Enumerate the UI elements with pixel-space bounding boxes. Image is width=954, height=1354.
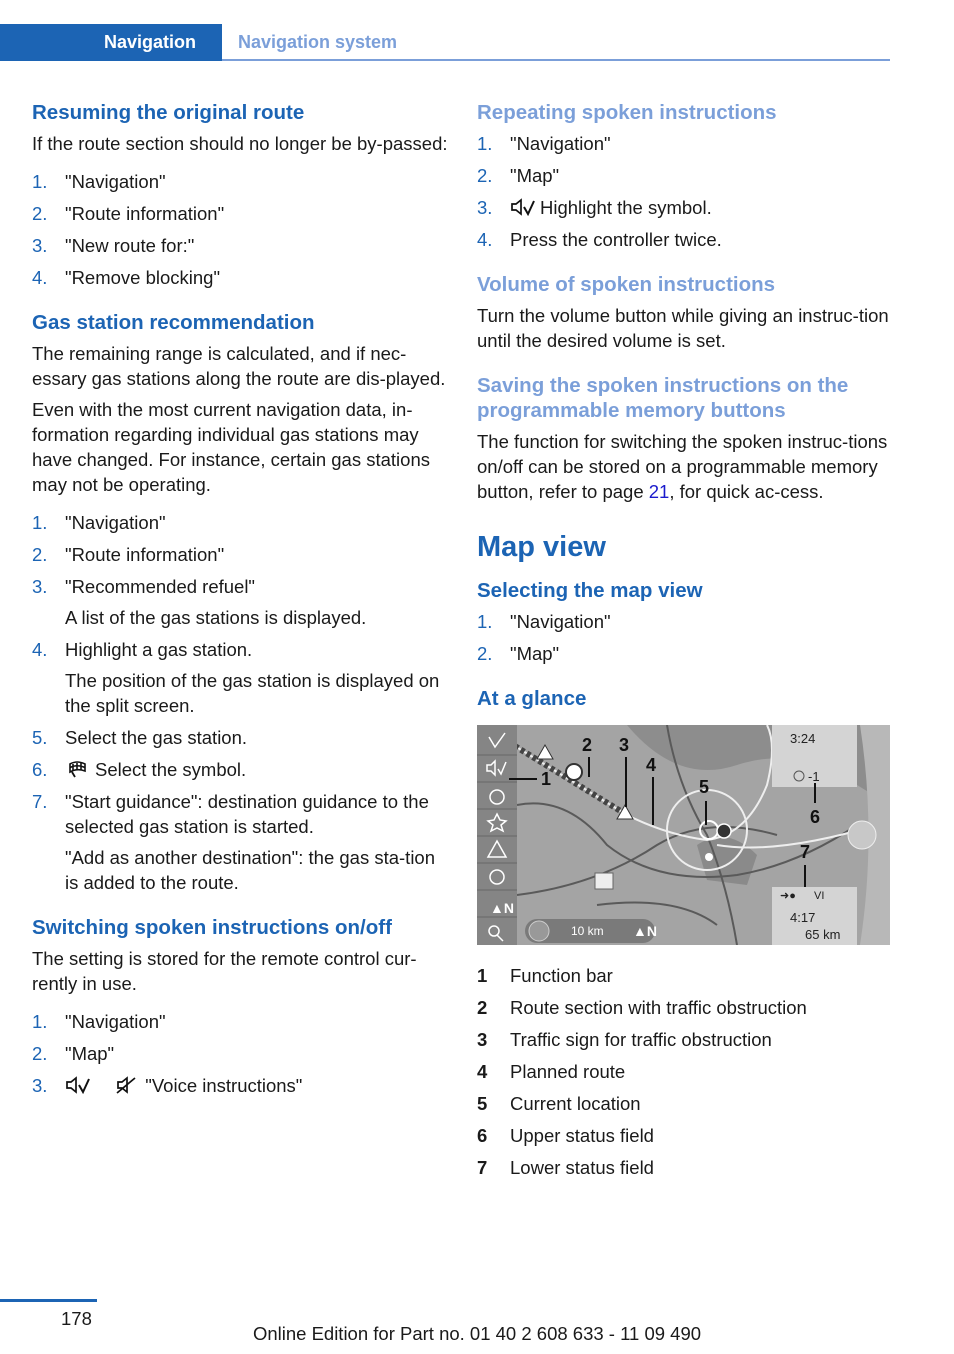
gas-steps: 1. "Navigation" 2. "Route information" 3. "… [32, 510, 452, 895]
section-tab-label: Navigation [104, 32, 197, 52]
callout-5: 5 [699, 777, 709, 797]
svg-text:➜●: ➜● [780, 890, 796, 902]
volume-text: Turn the volume button while giving an i… [477, 305, 889, 351]
north-label: ▲N [633, 923, 657, 939]
callout-1: 1 [541, 769, 551, 789]
voice-toggle-icon[interactable] [528, 920, 550, 942]
left-column: Resuming the original route If the route… [32, 100, 452, 1118]
destination-icon [716, 823, 732, 839]
callout-2: 2 [582, 735, 592, 755]
heading-switching-spoken: Switching spoken instructions on/off [32, 916, 392, 939]
saving-text: The function for switching the spoken in… [477, 431, 888, 502]
heading-selecting-map-view: Selecting the map view [477, 579, 703, 602]
map-canvas: ▲N 10 km ▲N 3:24 -1 ➜● VI 4:17 65 km 1 2… [477, 725, 890, 945]
destination-flag-icon [69, 761, 86, 778]
map-screenshot: ▲N 10 km ▲N 3:24 -1 ➜● VI 4:17 65 km 1 2… [477, 725, 890, 945]
airport-icon [594, 872, 614, 890]
obstruction-marker [565, 763, 583, 781]
heading-at-a-glance: At a glance [477, 687, 587, 710]
breadcrumb: Navigation system [238, 32, 398, 52]
heading-gas-station: Gas station recommendation [32, 311, 315, 334]
legend-item: 5 Current location [477, 1093, 641, 1114]
heading-repeating-spoken: Repeating spoken instructions [477, 101, 777, 124]
list-item: 3. "New route for:" [32, 235, 195, 256]
list-item: 6. Select the symbol. [32, 759, 247, 780]
callout-3: 3 [619, 735, 629, 755]
list-item: 3. Highlight the symbol. [477, 197, 712, 218]
list-item: 4. Press the controller twice. [477, 229, 722, 250]
list-item: 1. "Navigation" [32, 1011, 166, 1032]
callout-6: 6 [810, 807, 820, 827]
list-item: 3. "Voice instructions" [32, 1075, 303, 1096]
list-item: 7. "Start guidance": destination guidance… [32, 791, 436, 893]
footer-rule [0, 1299, 97, 1302]
split-screen-icon[interactable] [847, 820, 877, 850]
switching-intro: The setting is stored for the remote con… [32, 948, 417, 994]
resume-steps: 1. "Navigation" 2. "Route information" 3. "… [32, 169, 452, 290]
heading-map-view: Map view [477, 531, 606, 563]
north-up-icon[interactable]: ▲N [490, 900, 514, 916]
list-item: 5. Select the gas station. [32, 727, 248, 748]
legend-item: 3 Traffic sign for traffic obstruction [477, 1029, 772, 1050]
mapview-steps: 1. "Navigation" 2. "Map" [477, 609, 891, 666]
switching-steps: 1. "Navigation" 2. "Map" 3. "Voice instruc… [32, 1009, 452, 1098]
heading-volume-spoken: Volume of spoken instructions [477, 273, 776, 296]
voice-off-icon [116, 1076, 136, 1094]
page-link[interactable]: 21 [649, 481, 670, 502]
lower-time: 4:17 [790, 910, 815, 925]
legend-item: 2 Route section with traffic obstruction [477, 997, 807, 1018]
legend-item: 4 Planned route [477, 1061, 626, 1082]
legend-item: 7 Lower status field [477, 1157, 654, 1178]
map-legend: 1 Function bar 2 Route section with traffi… [477, 963, 891, 1180]
list-item: 1. "Navigation" [477, 611, 611, 632]
heading-resume-route: Resuming the original route [32, 101, 305, 124]
callout-4: 4 [646, 755, 656, 775]
heading-saving-spoken: Saving the spoken instructions on the pr… [477, 374, 849, 422]
voice-on-icon [66, 1076, 90, 1094]
list-item: 2. "Map" [477, 165, 560, 186]
list-item: 3. "Recommended refuel" A list of the gas … [32, 576, 367, 628]
gas-para-2: Even with the most current navigation da… [32, 399, 430, 495]
list-item: 2. "Route information" [32, 544, 225, 565]
resume-intro: If the route section should no longer be… [32, 133, 448, 154]
list-item: 2. "Route information" [32, 203, 225, 224]
upper-value: -1 [808, 769, 820, 784]
list-item: 2. "Map" [32, 1043, 115, 1064]
list-item: 1. "Navigation" [32, 512, 166, 533]
list-item: 2. "Map" [477, 643, 560, 664]
header-rule [222, 59, 890, 61]
upper-time: 3:24 [790, 731, 815, 746]
list-item: 4. "Remove blocking" [32, 267, 221, 288]
list-item: 1. "Navigation" [477, 133, 611, 154]
list-item: 4. Highlight a gas station. The position o… [32, 639, 440, 716]
list-item: 1. "Navigation" [32, 171, 166, 192]
voice-on-icon [511, 198, 535, 216]
lower-distance: 65 km [805, 927, 840, 942]
edition-note: Online Edition for Part no. 01 40 2 608 … [252, 1323, 702, 1344]
repeat-steps: 1. "Navigation" 2. "Map" 3. Highlight the … [477, 131, 891, 252]
legend-item: 6 Upper status field [477, 1125, 654, 1146]
right-column: Repeating spoken instructions 1. "Navigat… [477, 100, 891, 1187]
scale-label: 10 km [571, 924, 604, 938]
callout-7: 7 [800, 842, 810, 862]
gas-para-1: The remaining range is calculated, and i… [32, 343, 446, 389]
lower-direction: VI [814, 890, 824, 902]
legend-item: 1 Function bar [477, 965, 613, 986]
